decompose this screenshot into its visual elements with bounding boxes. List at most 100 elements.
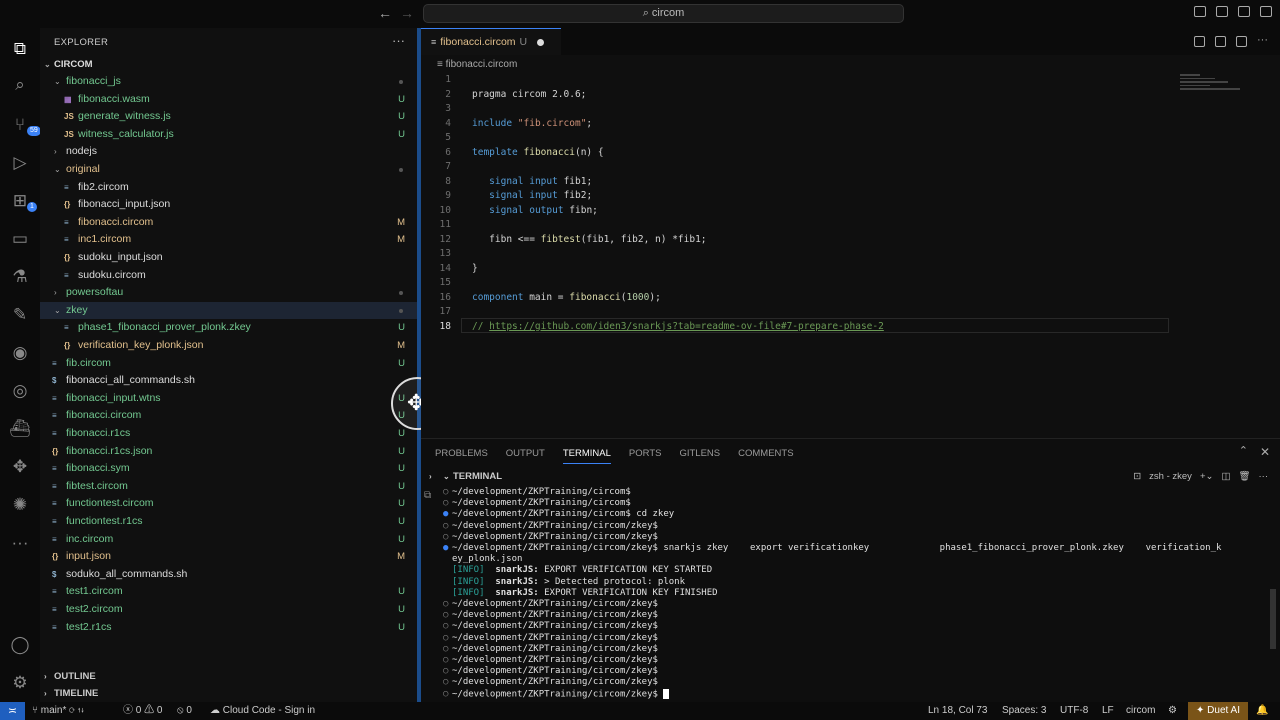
- tree-file[interactable]: $ fibonacci_all_commands.sh: [40, 372, 417, 390]
- language-mode[interactable]: circom: [1126, 702, 1155, 720]
- more-actions-icon[interactable]: ···: [1259, 468, 1269, 485]
- tree-file[interactable]: {} input.json M: [40, 548, 417, 566]
- tree-file[interactable]: {} verification_key_plonk.json M: [40, 337, 417, 355]
- code-line[interactable]: 2 pragma circom 2.0.6;: [421, 88, 851, 103]
- customize-layout-icon[interactable]: [1260, 6, 1272, 17]
- code-line[interactable]: 6 template fibonacci(n) {: [421, 146, 851, 161]
- code-line[interactable]: 9 signal input fib2;: [421, 189, 851, 204]
- tree-folder[interactable]: ⌄ original: [40, 161, 417, 179]
- code-line[interactable]: 10 signal output fibn;: [421, 204, 851, 219]
- tree-file[interactable]: ≡ phase1_fibonacci_prover_plonk.zkey U: [40, 319, 417, 337]
- arrow-right-icon[interactable]: →: [400, 5, 414, 21]
- arrow-left-icon[interactable]: ←: [378, 5, 392, 21]
- code-line[interactable]: 12 fibn <== fibtest(fib1, fib2, n) *fib1…: [421, 233, 851, 248]
- extensions-icon[interactable]: ⊞ 1: [9, 190, 37, 212]
- tree-file[interactable]: ≡ inc.circom U: [40, 531, 417, 549]
- split-editor-icon[interactable]: [1236, 36, 1247, 47]
- tree-file[interactable]: ≡ functiontest.r1cs U: [40, 513, 417, 531]
- terminal-output[interactable]: ⧉ ○ ~/development/ZKPTraining/circom$ ○ ~/d…: [421, 487, 1280, 702]
- code-line[interactable]: 14}: [421, 262, 851, 277]
- more-actions-icon[interactable]: ···: [1257, 35, 1268, 47]
- remote-explorer-icon[interactable]: ▭: [9, 228, 31, 250]
- problems-status[interactable]: ⓧ 0 ⚠ 0: [123, 702, 162, 720]
- tree-file[interactable]: ≡ test2.r1cs U: [40, 619, 417, 637]
- tree-file[interactable]: $ soduko_all_commands.sh: [40, 566, 417, 584]
- toggle-sidebar-icon[interactable]: [1194, 6, 1206, 17]
- cursor-position[interactable]: Ln 18, Col 73: [928, 702, 988, 720]
- tree-folder[interactable]: › powersoftau: [40, 284, 417, 302]
- line-ending[interactable]: LF: [1102, 702, 1114, 720]
- explorer-icon[interactable]: ⧉: [9, 38, 31, 60]
- tree-file[interactable]: ≡ fibonacci.r1cs U: [40, 425, 417, 443]
- tree-file[interactable]: {} fibonacci_input.json: [40, 196, 417, 214]
- code-line[interactable]: 11: [421, 218, 851, 233]
- encoding[interactable]: UTF-8: [1060, 702, 1088, 720]
- close-panel-icon[interactable]: ✕: [1260, 445, 1270, 459]
- code-line[interactable]: 4 include "fib.circom";: [421, 117, 851, 132]
- notifications-icon[interactable]: 🔔: [1256, 702, 1268, 720]
- indentation[interactable]: Spaces: 3: [1002, 702, 1046, 720]
- shell-label[interactable]: zsh - zkey: [1149, 468, 1192, 485]
- maximize-panel-icon[interactable]: ⌃: [1239, 444, 1248, 457]
- tree-file[interactable]: ≡ fibonacci_input.wtns U: [40, 390, 417, 408]
- tree-folder[interactable]: ⌄ fibonacci_js: [40, 73, 417, 91]
- tree-folder[interactable]: › nodejs: [40, 143, 417, 161]
- timeline-section[interactable]: › TIMELINE: [40, 685, 417, 702]
- tree-file[interactable]: JS witness_calculator.js U: [40, 126, 417, 144]
- tab-output[interactable]: OUTPUT: [506, 448, 545, 464]
- comments-icon[interactable]: ✎: [9, 304, 31, 326]
- code-line[interactable]: 3: [421, 102, 851, 117]
- duet-ai-status[interactable]: ✦ Duet AI: [1188, 702, 1248, 720]
- tree-file[interactable]: JS generate_witness.js U: [40, 108, 417, 126]
- tree-file[interactable]: ▦ fibonacci.wasm U: [40, 91, 417, 109]
- cloud-code-status[interactable]: ☁ Cloud Code - Sign in: [210, 702, 315, 720]
- tree-folder[interactable]: ⌄ zkey: [40, 301, 417, 320]
- code-line[interactable]: 5: [421, 131, 851, 146]
- gitlens-icon[interactable]: ◎: [9, 380, 31, 402]
- branch-status[interactable]: ⑂ main* ⟳ ⇅: [32, 702, 84, 720]
- github-icon[interactable]: ◉: [9, 342, 31, 364]
- tab-problems[interactable]: PROBLEMS: [435, 448, 488, 464]
- tree-file[interactable]: ≡ fibonacci.circom U: [40, 407, 417, 425]
- remote-indicator-icon[interactable]: ≍: [0, 702, 25, 720]
- tree-file[interactable]: ≡ fibonacci.sym U: [40, 460, 417, 478]
- tree-file[interactable]: ≡ fibonacci.circom M: [40, 214, 417, 232]
- workspace-folder[interactable]: ⌄ CIRCOM: [40, 56, 417, 74]
- tree-file[interactable]: ≡ functiontest.circom U: [40, 495, 417, 513]
- code-line[interactable]: 7: [421, 160, 851, 175]
- code-line[interactable]: 8 signal input fib1;: [421, 175, 851, 190]
- tree-file[interactable]: ≡ test1.circom U: [40, 583, 417, 601]
- docker-icon[interactable]: ⛴: [9, 418, 31, 440]
- code-line[interactable]: 13: [421, 247, 851, 262]
- tree-file[interactable]: ≡ inc1.circom M: [40, 231, 417, 249]
- command-center-search[interactable]: ⌕ circom: [423, 4, 904, 23]
- outline-section[interactable]: › OUTLINE: [40, 668, 417, 685]
- code-line[interactable]: 18 // https://github.com/iden3/snarkjs?ta…: [421, 320, 884, 335]
- tree-file[interactable]: {} fibonacci.r1cs.json U: [40, 443, 417, 461]
- breadcrumb[interactable]: ≡ fibonacci.circom: [437, 59, 517, 70]
- code-line[interactable]: 15: [421, 276, 851, 291]
- unsaved-dot-icon[interactable]: [537, 38, 545, 46]
- tree-file[interactable]: ≡ fib2.circom: [40, 179, 417, 197]
- search-icon[interactable]: ⌕: [9, 74, 31, 96]
- tab-ports[interactable]: PORTS: [629, 448, 662, 464]
- ports-status[interactable]: ⦸ 0: [177, 702, 192, 720]
- add-terminal-icon[interactable]: +⌄: [1200, 468, 1214, 485]
- tree-file[interactable]: ≡ fibtest.circom U: [40, 478, 417, 496]
- tree-file[interactable]: ≡ test2.circom U: [40, 601, 417, 619]
- testing-icon[interactable]: ⚗: [9, 266, 31, 288]
- tab-gitlens[interactable]: GITLENS: [679, 448, 720, 464]
- more-icon[interactable]: ···: [9, 532, 31, 554]
- trash-icon[interactable]: 🗑: [1238, 468, 1250, 485]
- source-control-icon[interactable]: ⑂ 59: [9, 114, 41, 136]
- code-line[interactable]: 16 component main = fibonacci(1000);: [421, 291, 851, 306]
- code-line[interactable]: 1: [421, 73, 851, 88]
- extension-status-icon[interactable]: ⚙: [1168, 702, 1177, 720]
- tab-fibonacci-circom[interactable]: ≡ fibonacci.circom U: [421, 28, 561, 55]
- manage-gear-icon[interactable]: ⚙: [9, 672, 31, 694]
- code-line[interactable]: 17: [421, 305, 851, 320]
- terminal-scrollbar[interactable]: [1270, 589, 1276, 649]
- split-terminal-icon[interactable]: ◫: [1221, 468, 1230, 485]
- duet-ai-icon[interactable]: ✺: [9, 494, 31, 516]
- open-preview-icon[interactable]: [1194, 36, 1205, 47]
